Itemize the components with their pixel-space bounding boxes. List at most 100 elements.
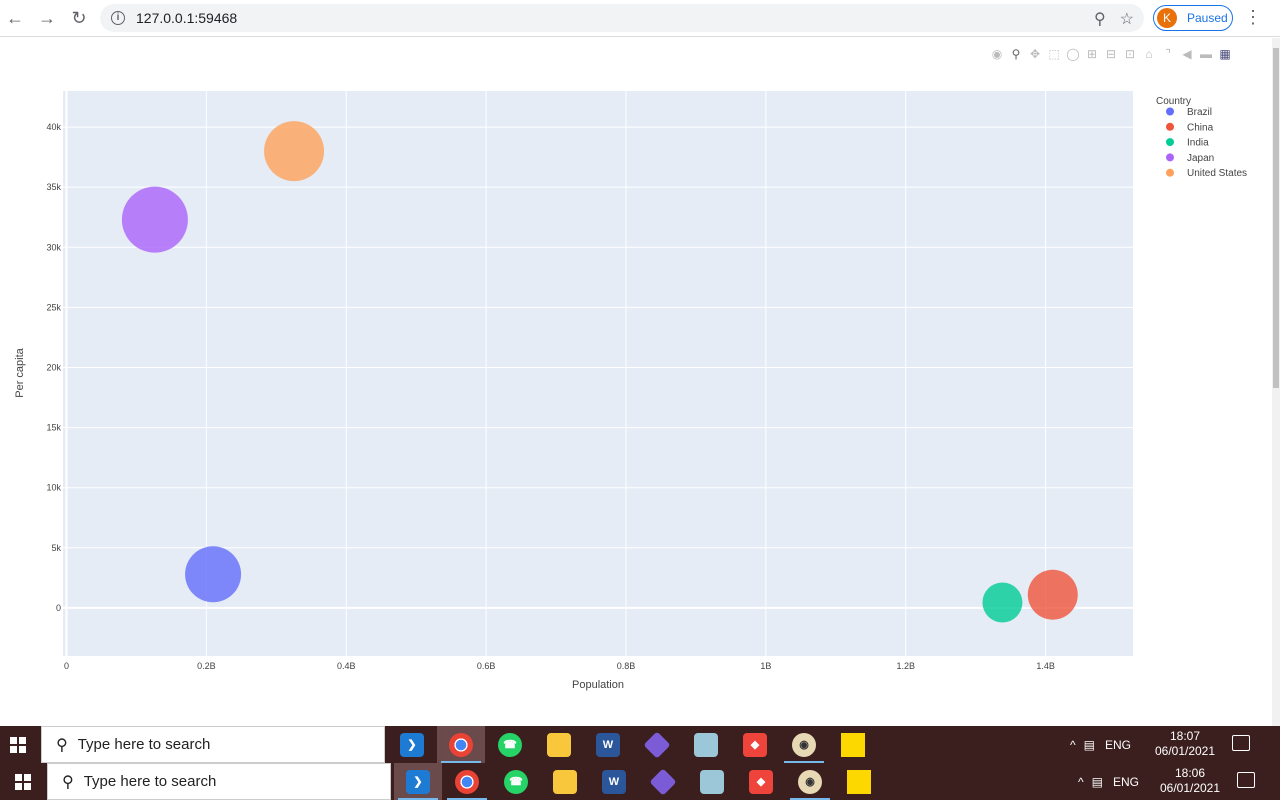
data-point-japan[interactable]: [121, 186, 188, 253]
word-app[interactable]: W: [590, 763, 638, 800]
notes-app[interactable]: [682, 726, 730, 763]
file-explorer-app[interactable]: [535, 726, 583, 763]
network-icon[interactable]: ▤: [1084, 738, 1095, 752]
palette-icon: ◉: [798, 769, 822, 794]
bookmark-star-icon[interactable]: ☆: [1120, 9, 1134, 29]
git-app[interactable]: [639, 763, 687, 800]
notes-app[interactable]: [688, 763, 736, 800]
x-tick-label: 0.4B: [337, 661, 356, 671]
y-tick-label: 20k: [46, 362, 61, 372]
legend-marker[interactable]: [1166, 153, 1174, 162]
file-explorer-app[interactable]: [541, 763, 589, 800]
address-bar[interactable]: i 127.0.0.1:59468 ⚲ ☆: [100, 4, 1144, 32]
taskbar-top: ⚲ Type here to search ❯ ☎ W ◆ ◉ ^ ▤ ENG …: [0, 726, 1280, 763]
zoom-icon[interactable]: ⚲: [1094, 9, 1106, 29]
language-indicator[interactable]: ENG: [1105, 738, 1131, 752]
whatsapp-app[interactable]: ☎: [486, 726, 534, 763]
start-button[interactable]: [0, 726, 36, 763]
legend-item-brazil[interactable]: Brazil: [1187, 107, 1212, 118]
avatar: K: [1157, 8, 1177, 28]
notification-icon[interactable]: [1237, 772, 1255, 788]
search-icon: ⚲: [62, 773, 74, 791]
x-tick-label: 0.2B: [197, 661, 216, 671]
notification-icon[interactable]: [1232, 735, 1250, 751]
legend-marker[interactable]: [1166, 138, 1174, 147]
anydesk-app[interactable]: ◆: [737, 763, 785, 800]
sticky-notes-app[interactable]: [829, 726, 877, 763]
site-info-icon[interactable]: i: [111, 11, 125, 25]
taskbar-search[interactable]: ⚲ Type here to search: [47, 763, 391, 800]
git-app[interactable]: [633, 726, 681, 763]
network-icon[interactable]: ▤: [1092, 775, 1103, 789]
reload-button[interactable]: ↻: [68, 7, 90, 29]
chrome-icon: [455, 769, 479, 794]
y-tick-label: 15k: [46, 423, 61, 433]
diamond-icon: [643, 730, 671, 759]
taskbar-search[interactable]: ⚲ Type here to search: [41, 726, 385, 763]
vscode-app[interactable]: ❯: [394, 763, 442, 800]
browser-menu-icon[interactable]: ⋮: [1244, 8, 1262, 28]
legend: Country Brazil China India Japan United Stat…: [1156, 96, 1247, 179]
legend-item-india[interactable]: India: [1187, 138, 1209, 149]
clock[interactable]: 18:07 06/01/2021: [1150, 729, 1220, 759]
anydesk-icon: ◆: [743, 732, 767, 757]
x-tick-label: 0: [64, 661, 69, 671]
diamond-icon: [649, 767, 677, 796]
vscode-app[interactable]: ❯: [388, 726, 436, 763]
back-button[interactable]: ←: [4, 7, 26, 29]
notepad-icon: [700, 769, 724, 794]
y-tick-label: 30k: [46, 242, 61, 252]
chrome-app[interactable]: [443, 763, 491, 800]
chevron-up-icon[interactable]: ^: [1078, 775, 1084, 789]
legend-marker[interactable]: [1166, 168, 1174, 177]
chrome-app[interactable]: [437, 726, 485, 763]
vscode-icon: ❯: [406, 769, 430, 794]
start-button[interactable]: [0, 763, 46, 800]
sticky-notes-app[interactable]: [835, 763, 883, 800]
page-scrollbar[interactable]: [1272, 38, 1280, 726]
legend-marker[interactable]: [1166, 107, 1174, 116]
palette-icon: ◉: [792, 732, 816, 757]
data-point-brazil[interactable]: [185, 546, 242, 603]
paint-app[interactable]: ◉: [786, 763, 834, 800]
data-point-united-states[interactable]: [264, 121, 325, 182]
legend-item-japan[interactable]: Japan: [1187, 153, 1214, 164]
x-tick-label: 0.6B: [477, 661, 496, 671]
y-tick-label: 25k: [46, 302, 61, 312]
anydesk-app[interactable]: ◆: [731, 726, 779, 763]
y-axis-ticks: 0 5k 10k 15k 20k 25k 30k 35k 40k: [46, 122, 61, 613]
whatsapp-icon: ☎: [504, 769, 528, 794]
clock[interactable]: 18:06 06/01/2021: [1155, 766, 1225, 796]
y-axis-title: Per capita: [14, 347, 26, 397]
profile-status: Paused: [1187, 11, 1228, 25]
anydesk-icon: ◆: [749, 769, 773, 794]
profile-button[interactable]: K Paused: [1153, 5, 1233, 31]
search-icon: ⚲: [56, 736, 68, 754]
x-axis-ticks: 0 0.2B 0.4B 0.6B 0.8B 1B 1.2B 1.4B: [64, 661, 1055, 671]
windows-logo-icon: [10, 736, 26, 753]
clock-date: 06/01/2021: [1154, 744, 1216, 758]
word-app[interactable]: W: [584, 726, 632, 763]
browser-toolbar: ← → ↻ i 127.0.0.1:59468 ⚲ ☆ K Paused ⋮: [0, 0, 1280, 37]
paint-app[interactable]: ◉: [780, 726, 828, 763]
y-tick-label: 10k: [46, 483, 61, 493]
vscode-icon: ❯: [400, 732, 424, 757]
legend-item-china[interactable]: China: [1187, 122, 1214, 133]
word-icon: W: [602, 769, 626, 794]
y-tick-label: 5k: [51, 543, 61, 553]
search-placeholder: Type here to search: [83, 773, 217, 790]
x-tick-label: 1.4B: [1036, 661, 1055, 671]
clock-date: 06/01/2021: [1159, 781, 1221, 795]
language-indicator[interactable]: ENG: [1113, 775, 1139, 789]
forward-button[interactable]: →: [36, 7, 58, 29]
page-content: ◉ ⚲ ✥ ⬚ ◯ ⊞ ⊟ ⊡ ⌂ ⌝ ◀ ▬ ▦ 0 0.2B 0.4B 0.6B 0…: [0, 38, 1270, 726]
sticky-note-icon: [841, 732, 865, 757]
chevron-up-icon[interactable]: ^: [1070, 738, 1076, 752]
search-placeholder: Type here to search: [77, 736, 211, 753]
data-point-china[interactable]: [1027, 569, 1078, 620]
data-point-india[interactable]: [982, 582, 1023, 623]
whatsapp-app[interactable]: ☎: [492, 763, 540, 800]
legend-item-united-states[interactable]: United States: [1187, 168, 1247, 179]
url-text: 127.0.0.1:59468: [136, 10, 238, 26]
legend-marker[interactable]: [1166, 122, 1174, 131]
